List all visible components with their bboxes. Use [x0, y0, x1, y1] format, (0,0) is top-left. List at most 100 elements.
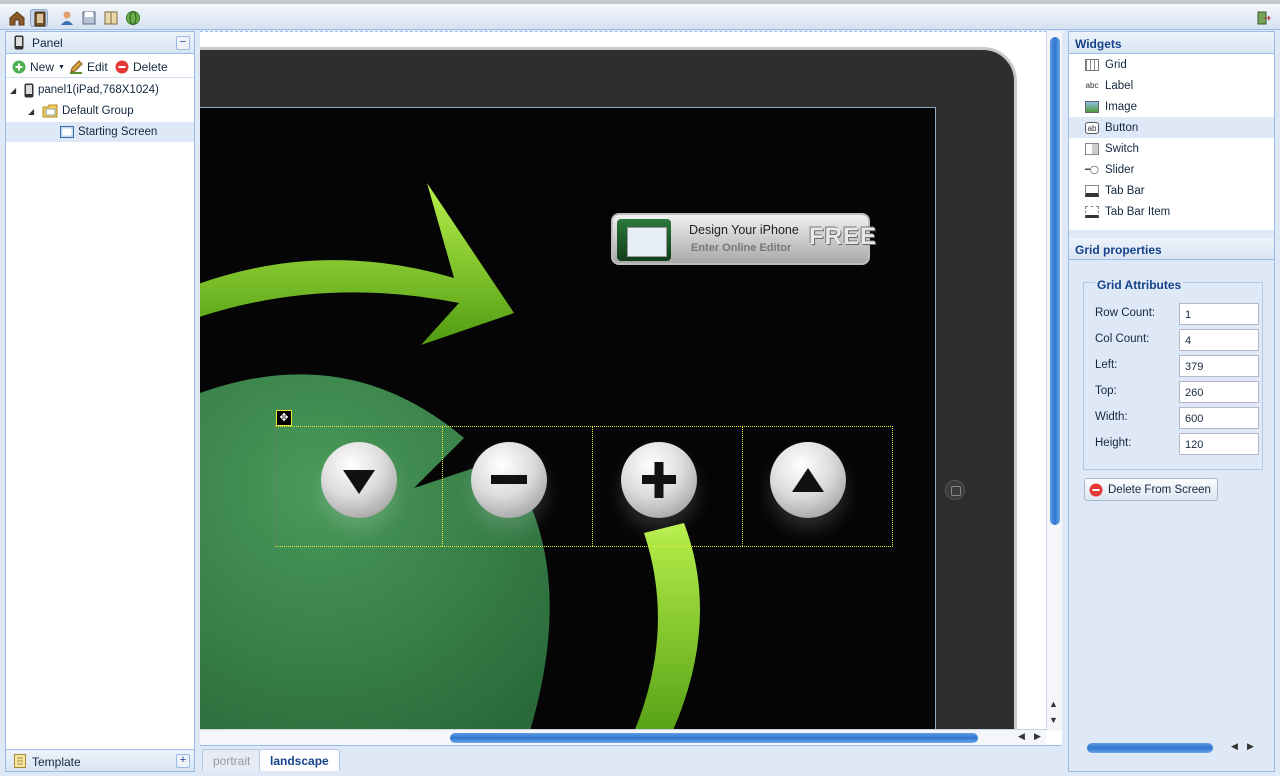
- scroll-right-icon[interactable]: ▶: [1034, 731, 1041, 742]
- left-field[interactable]: 379: [1179, 355, 1259, 377]
- tab-landscape[interactable]: landscape: [259, 749, 340, 771]
- widget-label: Tab Bar Item: [1105, 205, 1171, 218]
- image-icon: [1085, 100, 1099, 113]
- widget-slider[interactable]: ━◯ Slider: [1069, 159, 1274, 180]
- properties-scrollbar[interactable]: ◀ ▶: [1083, 740, 1263, 756]
- dropdown-arrow-icon: ▼: [58, 63, 65, 71]
- scroll-thumb[interactable]: [1087, 743, 1213, 753]
- book-icon[interactable]: [102, 9, 120, 27]
- widget-grid[interactable]: Grid: [1069, 54, 1274, 75]
- top-label: Top:: [1095, 385, 1117, 397]
- left-label: Left:: [1095, 359, 1118, 371]
- grid-cell[interactable]: [742, 427, 892, 546]
- scroll-down-icon[interactable]: ▼: [1049, 715, 1058, 725]
- ipad-home-button: [945, 480, 965, 500]
- row-count-field[interactable]: 1: [1179, 303, 1259, 325]
- delete-label: Delete: [133, 60, 168, 74]
- grid-cell[interactable]: [293, 427, 443, 546]
- expand-icon[interactable]: ◢: [10, 86, 20, 95]
- expand-icon[interactable]: ◢: [28, 107, 38, 116]
- panel-actions: New ▼ Edit Delete: [6, 54, 194, 78]
- scroll-thumb[interactable]: [450, 733, 978, 743]
- home-icon[interactable]: [8, 9, 26, 27]
- tree-item-panel[interactable]: ◢ panel1(iPad,768X1024): [10, 80, 159, 100]
- panel-icon[interactable]: [30, 9, 48, 27]
- folder-icon: [42, 104, 58, 118]
- save-icon[interactable]: [80, 9, 98, 27]
- globe-icon[interactable]: [124, 9, 142, 27]
- tree-item-label: panel1(iPad,768X1024): [38, 84, 159, 96]
- arrow-down-icon: [343, 470, 375, 494]
- top-row: Top: 260: [1095, 381, 1269, 403]
- widget-label[interactable]: abc Label: [1069, 75, 1274, 96]
- col-count-label: Col Count:: [1095, 333, 1150, 345]
- edit-icon: [70, 60, 83, 74]
- widgets-list: Grid abc Label Image ab Button Switch ━◯…: [1069, 54, 1274, 230]
- left-panel: Panel − New ▼ Edit Delete ◢ panel1(iPad,…: [5, 31, 195, 772]
- edit-button[interactable]: Edit: [69, 59, 108, 75]
- width-label: Width:: [1095, 411, 1128, 423]
- slider-icon: ━◯: [1085, 164, 1099, 174]
- plus-icon: [642, 462, 676, 498]
- widget-switch[interactable]: Switch: [1069, 138, 1274, 159]
- minus-button[interactable]: [471, 442, 547, 518]
- new-label: New: [30, 60, 55, 74]
- button-icon: ab: [1085, 121, 1099, 134]
- top-field[interactable]: 260: [1179, 381, 1259, 403]
- height-row: Height: 120: [1095, 433, 1269, 455]
- scroll-right-icon[interactable]: ▶: [1247, 741, 1254, 752]
- right-panel: Widgets Grid abc Label Image ab Button S…: [1068, 31, 1275, 772]
- widget-image[interactable]: Image: [1069, 96, 1274, 117]
- tree-item-group[interactable]: ◢ Default Group: [28, 101, 134, 121]
- scroll-left-icon[interactable]: ◀: [1231, 741, 1238, 752]
- scroll-up-icon[interactable]: ▲: [1049, 699, 1058, 709]
- row-count-label: Row Count:: [1095, 307, 1156, 319]
- expand-button[interactable]: +: [176, 754, 190, 768]
- widget-label: Grid: [1105, 58, 1127, 71]
- template-panel-header[interactable]: Template +: [6, 749, 194, 771]
- ad-banner[interactable]: Design Your iPhone Enter Online Editor F…: [611, 213, 876, 265]
- delete-button[interactable]: Delete: [115, 59, 168, 75]
- grid-widget[interactable]: [275, 426, 893, 547]
- design-canvas[interactable]: Design Your iPhone Enter Online Editor F…: [200, 31, 1062, 745]
- exit-icon[interactable]: [1254, 9, 1272, 27]
- new-button[interactable]: New ▼: [12, 59, 65, 75]
- ipad-screen[interactable]: Design Your iPhone Enter Online Editor F…: [200, 107, 936, 745]
- left-row: Left: 379: [1095, 355, 1269, 377]
- height-field[interactable]: 120: [1179, 433, 1259, 455]
- horizontal-scrollbar[interactable]: ◀ ▶: [200, 729, 1046, 745]
- tab-bar-item-icon: [1085, 205, 1099, 218]
- vertical-scrollbar[interactable]: ▲ ▼: [1046, 31, 1062, 731]
- scroll-left-icon[interactable]: ◀: [1018, 731, 1025, 742]
- width-row: Width: 600: [1095, 407, 1269, 429]
- grid-properties-header: Grid properties: [1069, 238, 1274, 260]
- panel-header: Panel −: [6, 32, 194, 54]
- label-icon: abc: [1085, 80, 1099, 90]
- up-button[interactable]: [770, 442, 846, 518]
- widget-tab-bar-item[interactable]: Tab Bar Item: [1069, 201, 1274, 222]
- delete-from-screen-button[interactable]: Delete From Screen: [1084, 478, 1218, 501]
- down-button[interactable]: [321, 442, 397, 518]
- width-field[interactable]: 600: [1179, 407, 1259, 429]
- grid-cell[interactable]: [593, 427, 743, 546]
- widget-button[interactable]: ab Button: [1069, 117, 1274, 138]
- scroll-thumb[interactable]: [1050, 37, 1060, 525]
- edit-label: Edit: [87, 60, 108, 74]
- col-count-row: Col Count: 4: [1095, 329, 1269, 351]
- collapse-button[interactable]: −: [176, 36, 190, 50]
- user-icon[interactable]: [58, 9, 76, 27]
- switch-icon: [1085, 142, 1099, 155]
- tree-item-screen[interactable]: Starting Screen: [6, 122, 194, 142]
- grid-properties-panel: Grid properties Grid Attributes Row Coun…: [1069, 238, 1274, 771]
- ipad-frame: Design Your iPhone Enter Online Editor F…: [200, 47, 1017, 745]
- phone-icon: [24, 83, 34, 97]
- plus-button[interactable]: [621, 442, 697, 518]
- minus-icon: [491, 475, 527, 484]
- widgets-header: Widgets: [1069, 32, 1274, 54]
- move-handle-icon[interactable]: ✥: [276, 410, 292, 426]
- col-count-field[interactable]: 4: [1179, 329, 1259, 351]
- tab-portrait[interactable]: portrait: [202, 749, 262, 771]
- widget-tab-bar[interactable]: Tab Bar: [1069, 180, 1274, 201]
- template-icon: [14, 754, 26, 771]
- grid-cell[interactable]: [443, 427, 593, 546]
